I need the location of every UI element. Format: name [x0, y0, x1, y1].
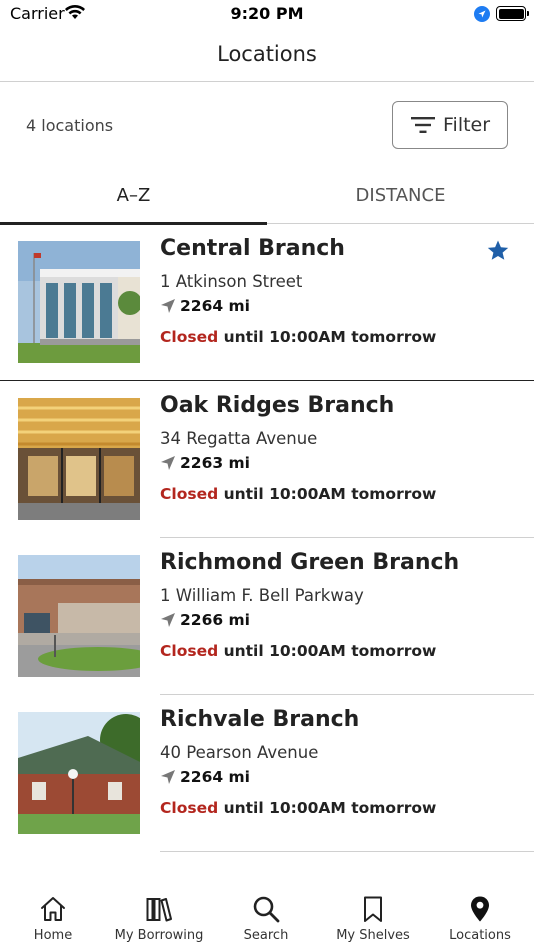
list-item[interactable]: Richmond Green Branch 1 William F. Bell … [0, 538, 534, 695]
location-pin-icon [471, 896, 489, 922]
branch-address: 40 Pearson Avenue [160, 743, 319, 762]
branch-address: 34 Regatta Avenue [160, 429, 318, 448]
filter-icon [411, 117, 435, 133]
distance-row: 2264 mi [160, 296, 250, 316]
battery-icon [496, 6, 526, 21]
navigation-bar: Locations [0, 30, 534, 82]
status-closed: Closed [160, 485, 219, 503]
filter-button-label: Filter [443, 114, 491, 136]
tab-a-z-label: A–Z [116, 185, 151, 206]
location-arrow-icon [161, 770, 175, 784]
page-title: Locations [217, 42, 317, 66]
status-closed: Closed [160, 642, 219, 660]
branch-name: Richmond Green Branch [160, 550, 460, 575]
tab-bar-locations[interactable]: Locations [427, 894, 533, 943]
list-item[interactable]: Central Branch 1 Atkinson Street 2264 mi… [0, 224, 534, 381]
clock: 9:20 PM [230, 4, 304, 23]
branch-name: Richvale Branch [160, 707, 360, 732]
location-arrow-icon [161, 299, 175, 313]
books-icon [146, 898, 172, 922]
tab-bar-home-label: Home [33, 928, 73, 943]
branch-hours: Closed until 10:00AM tomorrow [160, 799, 436, 817]
tab-bar-my-borrowing[interactable]: My Borrowing [106, 894, 212, 943]
tab-bar-locations-label: Locations [449, 928, 511, 943]
bottom-tab-bar: Home My Borrowing Search My Shelves Loca… [0, 880, 534, 950]
sort-tabs: A–Z DISTANCE [0, 168, 534, 225]
filter-button[interactable]: Filter [392, 101, 508, 149]
branch-distance: 2264 mi [180, 768, 250, 786]
branch-hours: Closed until 10:00AM tomorrow [160, 642, 436, 660]
location-services-icon [474, 6, 490, 22]
list-item[interactable]: Richvale Branch 40 Pearson Avenue 2264 m… [0, 695, 534, 852]
hours-text: until 10:00AM tomorrow [218, 799, 437, 817]
branch-address: 1 William F. Bell Parkway [160, 586, 364, 605]
bookmark-icon [364, 896, 382, 922]
branch-distance: 2263 mi [180, 454, 250, 472]
branch-photo [18, 241, 140, 363]
branch-photo [18, 398, 140, 520]
distance-row: 2266 mi [160, 610, 250, 630]
branch-distance: 2264 mi [180, 297, 250, 315]
location-arrow-icon [161, 613, 175, 627]
distance-row: 2264 mi [160, 767, 250, 787]
location-arrow-icon [161, 456, 175, 470]
favorite-star-icon[interactable] [486, 239, 510, 263]
battery-tip [527, 11, 529, 16]
tab-bar-home[interactable]: Home [0, 894, 106, 943]
tab-bar-search-label: Search [243, 928, 289, 943]
hours-text: until 10:00AM tomorrow [218, 485, 437, 503]
row-divider [160, 851, 534, 852]
status-closed: Closed [160, 328, 219, 346]
branch-distance: 2266 mi [180, 611, 250, 629]
tab-bar-search[interactable]: Search [213, 894, 319, 943]
branch-hours: Closed until 10:00AM tomorrow [160, 328, 436, 346]
branch-hours: Closed until 10:00AM tomorrow [160, 485, 436, 503]
results-summary: 4 locations Filter [0, 82, 534, 168]
status-closed: Closed [160, 799, 219, 817]
tab-a-z[interactable]: A–Z [0, 168, 267, 225]
distance-row: 2263 mi [160, 453, 250, 473]
search-icon [253, 896, 280, 923]
branch-name: Central Branch [160, 236, 345, 261]
branch-photo [18, 712, 140, 834]
tab-distance[interactable]: DISTANCE [267, 168, 534, 224]
branch-name: Oak Ridges Branch [160, 393, 395, 418]
hours-text: until 10:00AM tomorrow [218, 642, 437, 660]
branch-photo [18, 555, 140, 677]
tab-bar-my-shelves-label: My Shelves [336, 928, 410, 943]
hours-text: until 10:00AM tomorrow [218, 328, 437, 346]
tab-bar-my-borrowing-label: My Borrowing [114, 928, 204, 943]
tab-distance-label: DISTANCE [355, 185, 446, 206]
tab-bar-my-shelves[interactable]: My Shelves [320, 894, 426, 943]
location-count: 4 locations [26, 116, 114, 135]
status-bar: Carrier 9:20 PM [0, 0, 534, 30]
list-item[interactable]: Oak Ridges Branch 34 Regatta Avenue 2263… [0, 381, 534, 538]
branch-address: 1 Atkinson Street [160, 272, 303, 291]
home-icon [41, 897, 65, 921]
